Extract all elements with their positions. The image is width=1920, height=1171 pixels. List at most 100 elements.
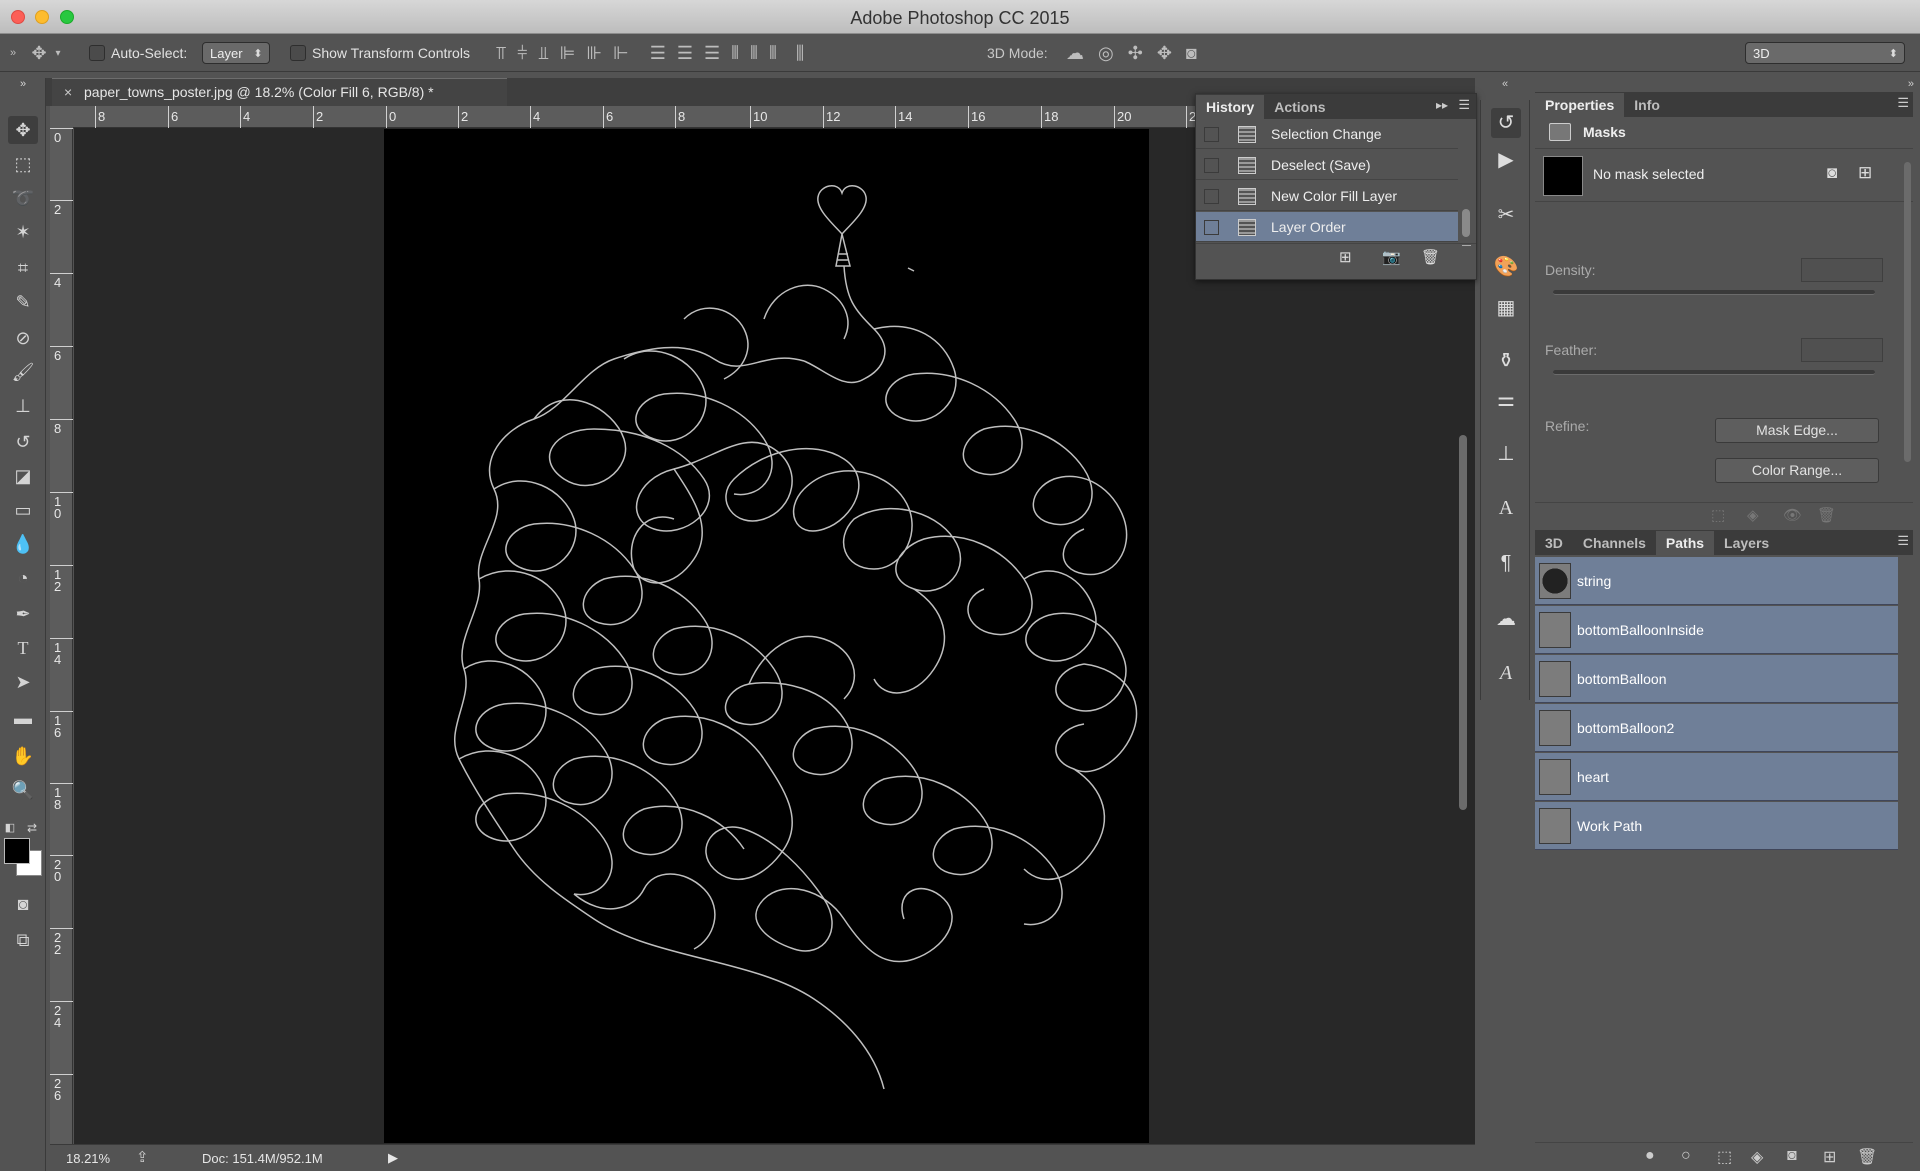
- brush-presets-icon[interactable]: ⚱: [1491, 346, 1521, 376]
- history-item[interactable]: Selection Change: [1196, 119, 1458, 149]
- tools-collapse-icon[interactable]: »: [8, 78, 38, 90]
- history-brush-source[interactable]: [1204, 189, 1219, 204]
- tab-layers[interactable]: Layers: [1714, 531, 1779, 555]
- clone-stamp-tool-icon[interactable]: ⊥: [8, 392, 38, 420]
- distribute-right-icon[interactable]: ⦀: [769, 43, 777, 64]
- close-document-icon[interactable]: ×: [64, 79, 72, 106]
- fill-path-icon[interactable]: ●: [1645, 1147, 1655, 1165]
- expand-panel-icon[interactable]: ▸▸: [1436, 98, 1448, 112]
- blur-tool-icon[interactable]: 💧: [8, 530, 38, 558]
- pen-tool-icon[interactable]: ✒: [8, 600, 38, 628]
- ruler-corner[interactable]: [50, 106, 73, 128]
- history-item[interactable]: New Color Fill Layer: [1196, 181, 1458, 211]
- quick-mask-icon[interactable]: ◙: [8, 890, 38, 918]
- gradient-tool-icon[interactable]: ▭: [8, 496, 38, 524]
- default-colors-icon[interactable]: ◧: [2, 820, 18, 836]
- distribute-top-icon[interactable]: ☰: [650, 43, 666, 64]
- brush-panel-icon[interactable]: ⚌: [1491, 385, 1521, 415]
- clone-source-icon[interactable]: ⊥: [1491, 439, 1521, 469]
- eraser-tool-icon[interactable]: ◪: [8, 462, 38, 490]
- tab-paths[interactable]: Paths: [1655, 531, 1715, 555]
- foreground-color-swatch[interactable]: [4, 838, 30, 864]
- panel-menu-icon[interactable]: ☰: [1458, 97, 1470, 113]
- magic-wand-tool-icon[interactable]: ✶: [8, 218, 38, 246]
- path-item[interactable]: heart: [1535, 753, 1898, 801]
- history-brush-tool-icon[interactable]: ↺: [8, 428, 38, 456]
- scale-3d-icon[interactable]: ◙: [1186, 43, 1197, 64]
- lasso-tool-icon[interactable]: ➰: [8, 184, 38, 212]
- share-icon[interactable]: ⇪: [136, 1148, 149, 1166]
- auto-select-toggle[interactable]: Auto-Select:: [89, 34, 187, 72]
- document-tab[interactable]: × paper_towns_poster.jpg @ 18.2% (Color …: [52, 78, 507, 106]
- align-vcenter-icon[interactable]: ⫩: [517, 43, 527, 64]
- tool-presets-icon[interactable]: ✂: [1491, 200, 1521, 230]
- move-tool-icon[interactable]: ✥: [8, 116, 38, 144]
- distribute-vcenter-icon[interactable]: ☰: [677, 43, 693, 64]
- dodge-tool-icon[interactable]: ◔: [8, 564, 38, 592]
- add-mask-icon[interactable]: ◙: [1787, 1147, 1797, 1165]
- crop-tool-icon[interactable]: ⌗: [8, 254, 38, 282]
- paragraph-panel-icon[interactable]: ¶: [1491, 548, 1521, 578]
- new-document-from-state-icon[interactable]: ⊞: [1339, 248, 1352, 266]
- auto-select-checkbox[interactable]: [89, 45, 105, 61]
- history-panel-icon[interactable]: ↺: [1491, 108, 1521, 138]
- grid-panel-icon[interactable]: ▦: [1491, 293, 1521, 323]
- pixel-mask-icon[interactable]: ◙: [1827, 163, 1837, 183]
- transform-controls-checkbox[interactable]: [290, 45, 306, 61]
- properties-scrollbar[interactable]: [1904, 162, 1911, 462]
- path-item[interactable]: Work Path: [1535, 802, 1898, 850]
- screen-mode-icon[interactable]: ⧉: [8, 926, 38, 954]
- tab-history[interactable]: History: [1196, 95, 1265, 119]
- distribute-left-icon[interactable]: ⦀: [731, 43, 739, 64]
- new-path-icon[interactable]: ⊞: [1823, 1147, 1836, 1167]
- load-path-as-selection-icon[interactable]: ⬚: [1717, 1147, 1732, 1167]
- orbit-3d-icon[interactable]: ☁: [1066, 43, 1084, 64]
- transform-controls-toggle[interactable]: Show Transform Controls: [290, 34, 470, 72]
- swap-colors-icon[interactable]: ⇄: [24, 820, 40, 836]
- history-scrollbar[interactable]: [1462, 209, 1470, 237]
- strip-collapse-icon[interactable]: «: [1480, 78, 1530, 100]
- history-brush-source[interactable]: [1204, 158, 1219, 173]
- hand-tool-icon[interactable]: ✋: [8, 742, 38, 770]
- character-panel-icon[interactable]: A: [1491, 493, 1521, 523]
- tab-actions[interactable]: Actions: [1264, 95, 1335, 119]
- auto-select-dropdown[interactable]: Layer: [202, 42, 270, 64]
- history-item[interactable]: Deselect (Save): [1196, 150, 1458, 180]
- drag-3d-icon[interactable]: ✣: [1128, 43, 1143, 64]
- dock-collapse-icon[interactable]: »: [1908, 78, 1914, 90]
- zoom-tool-icon[interactable]: 🔍: [8, 776, 38, 804]
- marquee-tool-icon[interactable]: ⬚: [8, 150, 38, 178]
- glyphs-icon[interactable]: A: [1491, 658, 1521, 688]
- panel-menu-icon[interactable]: ☰: [1897, 533, 1909, 549]
- distribute-hcenter-icon[interactable]: ⦀: [750, 43, 758, 64]
- new-snapshot-icon[interactable]: 📷: [1382, 248, 1401, 266]
- workspace-dropdown[interactable]: 3D: [1745, 42, 1905, 64]
- align-top-icon[interactable]: ⫪: [496, 43, 506, 64]
- path-item[interactable]: bottomBalloon: [1535, 655, 1898, 703]
- swatches-icon[interactable]: 🎨: [1491, 252, 1521, 282]
- tab-properties[interactable]: Properties: [1535, 93, 1625, 117]
- type-tool-icon[interactable]: T: [8, 634, 38, 662]
- tab-channels[interactable]: Channels: [1573, 531, 1656, 555]
- actions-panel-icon[interactable]: ▶: [1491, 145, 1521, 175]
- brush-tool-icon[interactable]: 🖌: [8, 358, 38, 386]
- zoom-level[interactable]: 18.21%: [66, 1151, 110, 1166]
- align-hcenter-icon[interactable]: ⊪: [586, 43, 602, 64]
- delete-state-icon[interactable]: 🗑: [1421, 248, 1440, 266]
- path-item[interactable]: string: [1535, 557, 1898, 605]
- make-work-path-icon[interactable]: ◈: [1751, 1147, 1763, 1167]
- status-menu-arrow-icon[interactable]: ▶: [388, 1150, 398, 1166]
- align-left-icon[interactable]: ⊫: [560, 43, 576, 64]
- panel-collapse-icon[interactable]: »: [8, 34, 18, 72]
- vector-mask-icon[interactable]: ⊞: [1858, 163, 1872, 183]
- vertical-ruler[interactable]: 0 2 4 6 8 1 0 1 2 1 4 1 6 1 8 2 0 2 2 2 4 2 6: [50, 128, 73, 1144]
- move-tool-preset[interactable]: ✥ ▾: [26, 34, 64, 72]
- distribute-bottom-icon[interactable]: ☰: [704, 43, 720, 64]
- path-item[interactable]: bottomBalloonInside: [1535, 606, 1898, 654]
- history-brush-source[interactable]: [1204, 220, 1219, 235]
- panel-menu-icon[interactable]: ☰: [1897, 95, 1909, 111]
- history-item-selected[interactable]: Layer Order: [1196, 212, 1458, 242]
- roll-3d-icon[interactable]: ◎: [1098, 43, 1114, 64]
- tab-info[interactable]: Info: [1624, 93, 1670, 117]
- path-selection-tool-icon[interactable]: ➤: [8, 668, 38, 696]
